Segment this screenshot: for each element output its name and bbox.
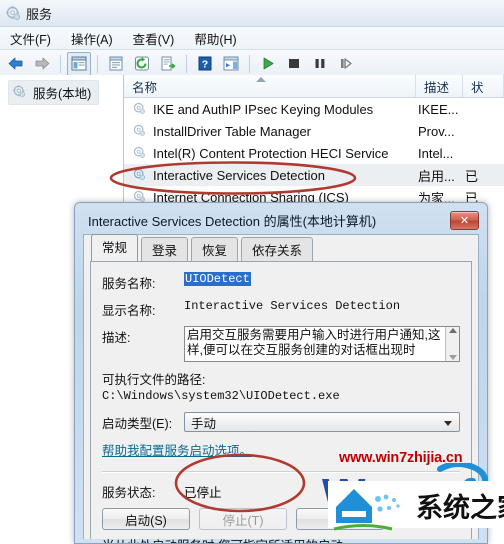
forward-arrow-icon[interactable] (30, 52, 54, 76)
scroll-down-icon[interactable] (448, 355, 457, 360)
column-header-description[interactable]: 描述 (416, 75, 463, 97)
row-name-cell: IKE and AuthIP IPsec Keying Modules (124, 102, 416, 117)
row-name-cell: Interactive Services Detection (124, 168, 416, 183)
refresh-icon[interactable] (130, 52, 154, 76)
list-column-headers: 名称 描述 状 (124, 75, 504, 98)
close-icon[interactable]: ✕ (450, 211, 479, 230)
executable-path-value: C:\Windows\system32\UIODetect.exe (102, 389, 340, 403)
row-status-cell: 已 (465, 168, 479, 184)
dialog-footer-text: 当从此处启动服务时,您可指定所适用的启动 (102, 538, 460, 543)
startup-type-label: 启动类型(E): (102, 417, 173, 431)
configure-startup-help-link[interactable]: 帮助我配置服务启动选项。 (102, 440, 252, 459)
startup-type-value: 手动 (191, 416, 217, 431)
stop-service-icon[interactable] (282, 52, 306, 76)
back-arrow-icon[interactable] (4, 52, 28, 76)
start-service-icon[interactable] (256, 52, 280, 76)
row-name-cell: InstallDriver Table Manager (124, 124, 416, 139)
startup-type-row: 启动类型(E): 手动 (102, 412, 460, 432)
service-name-value: UIODetect (184, 272, 251, 286)
service-gear-icon (133, 168, 148, 183)
menu-view[interactable]: 查看(V) (123, 27, 185, 50)
description-value: 启用交互服务需要用户输入时进行用户通知,这样,便可以在交互服务创建的对话框出现时 (187, 328, 441, 357)
service-name-label: Intel(R) Content Protection HECI Service (153, 145, 389, 161)
properties-icon[interactable] (104, 52, 128, 76)
column-header-status[interactable]: 状 (463, 75, 504, 97)
description-label: 描述: (102, 331, 131, 345)
service-gear-icon (133, 146, 148, 161)
table-row[interactable]: Intel(R) Content Protection HECI Service… (124, 142, 504, 164)
menu-action[interactable]: 操作(A) (61, 27, 123, 50)
service-name-label: IKE and AuthIP IPsec Keying Modules (153, 101, 374, 117)
tab-logon[interactable]: 登录 (141, 237, 189, 262)
table-row[interactable]: InstallDriver Table Manager Prov... (124, 120, 504, 142)
show-hide-tree-icon[interactable] (67, 51, 91, 76)
service-name-label: 服务名称: (102, 277, 156, 291)
display-name-row: 显示名称: Interactive Services Detection (102, 299, 460, 319)
toolbar-separator (97, 54, 98, 73)
scroll-up-icon[interactable] (448, 328, 457, 333)
restart-service-icon[interactable] (334, 52, 358, 76)
pause-service-icon[interactable] (308, 52, 332, 76)
window-titlebar: 服务 (0, 0, 504, 27)
toolbar: ? (0, 50, 504, 78)
watermark-logo: 系统之家 (328, 463, 504, 531)
service-name-label: InstallDriver Table Manager (153, 123, 311, 139)
service-gear-icon (133, 124, 148, 139)
startup-type-select[interactable]: 手动 (184, 412, 460, 432)
tree-node-label: 服务(本地) (33, 87, 92, 101)
window-title: 服务 (26, 6, 53, 22)
dialog-title: Interactive Services Detection 的属性(本地计算机… (88, 214, 377, 229)
services-gear-icon (13, 85, 28, 100)
display-name-label: 显示名称: (102, 304, 156, 318)
help-icon[interactable]: ? (193, 52, 217, 76)
services-gear-icon (6, 5, 21, 21)
row-description-cell: Intel... (418, 145, 454, 161)
export-list-icon[interactable] (156, 52, 180, 76)
menu-help[interactable]: 帮助(H) (184, 27, 246, 50)
show-action-pane-icon[interactable] (219, 52, 243, 76)
column-header-description-label: 描述 (424, 80, 450, 95)
row-description-cell: IKEE... (418, 101, 459, 117)
display-name-value[interactable]: Interactive Services Detection (184, 299, 400, 313)
tab-dependencies[interactable]: 依存关系 (241, 237, 314, 262)
row-description-cell: Prov... (418, 123, 455, 139)
description-field[interactable]: 启用交互服务需要用户输入时进行用户通知,这样,便可以在交互服务创建的对话框出现时 (184, 326, 460, 362)
service-status-value: 已停止 (184, 485, 222, 500)
watermark-brand-text: 系统之家 (416, 492, 504, 524)
column-header-status-label: 状 (471, 80, 484, 95)
toolbar-separator (60, 54, 61, 73)
table-row[interactable]: Interactive Services Detection 启用... 已 (124, 164, 504, 186)
dialog-tabstrip: 常规 登录 恢复 依存关系 (84, 234, 478, 262)
executable-path-label: 可执行文件的路径: (102, 373, 206, 387)
service-gear-icon (133, 102, 148, 117)
row-name-cell: Intel(R) Content Protection HECI Service (124, 146, 416, 161)
description-row: 描述: 启用交互服务需要用户输入时进行用户通知,这样,便可以在交互服务创建的对话… (102, 326, 460, 362)
service-status-label: 服务状态: (102, 486, 156, 500)
tab-general[interactable]: 常规 (91, 234, 139, 261)
stop-button: 停止(T) (199, 508, 287, 530)
column-header-name-label: 名称 (132, 80, 158, 95)
dialog-titlebar[interactable]: Interactive Services Detection 的属性(本地计算机… (79, 207, 483, 234)
chevron-down-icon[interactable] (444, 421, 452, 426)
description-scrollbar[interactable] (445, 327, 459, 361)
column-header-name[interactable]: 名称 (124, 75, 416, 97)
tree-node-services-local[interactable]: 服务(本地) (8, 80, 100, 105)
service-name-row: 服务名称: UIODetect (102, 272, 460, 292)
toolbar-separator (249, 54, 250, 73)
sort-ascending-icon (256, 77, 266, 82)
start-button[interactable]: 启动(S) (102, 508, 190, 530)
menu-file[interactable]: 文件(F) (0, 27, 61, 50)
menubar: 文件(F) 操作(A) 查看(V) 帮助(H) (0, 27, 504, 50)
row-description-cell: 启用... (418, 168, 455, 184)
toolbar-separator (186, 54, 187, 73)
service-name-label: Interactive Services Detection (153, 167, 325, 183)
services-list: IKE and AuthIP IPsec Keying Modules IKEE… (124, 98, 504, 208)
tab-recovery[interactable]: 恢复 (191, 237, 239, 262)
svg-text:?: ? (202, 58, 208, 70)
table-row[interactable]: IKE and AuthIP IPsec Keying Modules IKEE… (124, 98, 504, 120)
